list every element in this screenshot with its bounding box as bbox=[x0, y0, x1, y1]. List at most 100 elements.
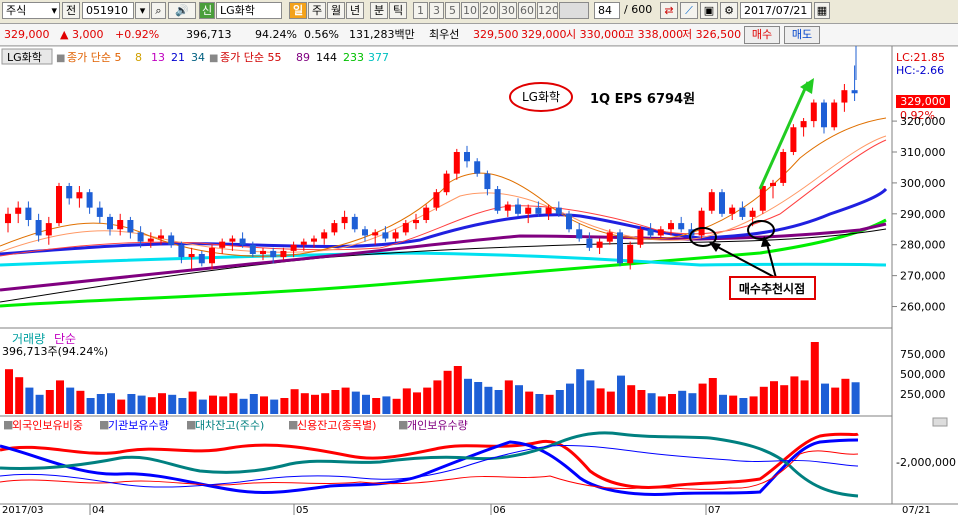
minute-120-button[interactable]: 120 bbox=[537, 2, 558, 19]
minute-1-button[interactable]: 1 bbox=[413, 2, 428, 19]
volume-bar bbox=[810, 342, 819, 414]
volume-bar bbox=[35, 394, 44, 414]
volume-bar bbox=[617, 375, 625, 414]
volume-bar bbox=[392, 398, 401, 414]
speaker-icon[interactable]: 🔊 bbox=[168, 2, 196, 19]
volume-bar bbox=[749, 396, 758, 414]
volume-bar bbox=[249, 394, 258, 414]
candle bbox=[290, 244, 297, 251]
minute-60-button[interactable]: 60 bbox=[518, 2, 536, 19]
candle bbox=[719, 192, 725, 214]
volume-bar bbox=[168, 394, 177, 414]
volume-bar bbox=[535, 394, 544, 414]
volume-bar bbox=[229, 393, 238, 414]
buy-button[interactable]: 매수 bbox=[744, 26, 780, 44]
candle bbox=[729, 207, 736, 214]
period-year-button[interactable]: 년 bbox=[346, 2, 364, 19]
volume-bar bbox=[25, 387, 34, 414]
count-input[interactable]: 84 bbox=[594, 2, 620, 19]
hc-value: HC:-2.66 bbox=[896, 64, 944, 77]
flow-legend-lending: 대차잔고(주수) bbox=[195, 419, 264, 432]
volume-bar bbox=[688, 393, 697, 414]
date-field[interactable]: 2017/07/21 bbox=[740, 2, 812, 19]
flow-panel-scroll-handle[interactable] bbox=[932, 417, 948, 427]
period-month-button[interactable]: 월 bbox=[327, 2, 345, 19]
volume-bar bbox=[657, 396, 666, 414]
candle bbox=[586, 238, 593, 248]
calendar-icon[interactable]: ▦ bbox=[814, 2, 830, 19]
minute-3-button[interactable]: 3 bbox=[429, 2, 444, 19]
candle bbox=[596, 241, 603, 248]
market-select[interactable]: 주식 ▾ bbox=[2, 2, 60, 19]
candle bbox=[555, 207, 562, 214]
volume-bar bbox=[382, 396, 391, 414]
stock-code-input[interactable]: 051910 bbox=[82, 2, 134, 19]
volume-bar bbox=[515, 385, 523, 414]
minute-30-button[interactable]: 30 bbox=[499, 2, 517, 19]
legend-square-icon: ■ bbox=[56, 53, 65, 64]
candle bbox=[209, 247, 215, 264]
volume-bar bbox=[627, 385, 636, 414]
period-day-button[interactable]: 일 bbox=[289, 2, 307, 19]
volume-bar bbox=[729, 395, 738, 414]
institution-line bbox=[0, 438, 859, 496]
chart-add-icon[interactable]: ⇄ bbox=[660, 2, 678, 19]
volume-bar bbox=[678, 390, 687, 414]
save-icon[interactable]: ▣ bbox=[700, 2, 718, 19]
candle bbox=[749, 210, 756, 217]
best-ask: 329,500 bbox=[473, 28, 519, 41]
candle bbox=[107, 216, 113, 230]
candle bbox=[474, 161, 481, 174]
flow-legend-institution: 기관보유수량 bbox=[108, 419, 169, 432]
volume-bar bbox=[668, 394, 676, 414]
stock-name-field[interactable]: LG화학 bbox=[216, 2, 282, 19]
candle bbox=[780, 152, 787, 183]
volume-bar bbox=[351, 391, 360, 414]
minute-5-button[interactable]: 5 bbox=[445, 2, 460, 19]
volume-bar bbox=[402, 388, 411, 414]
volume-bar bbox=[647, 393, 656, 414]
candle bbox=[770, 182, 776, 186]
volume-bar bbox=[56, 380, 64, 414]
minute-20-button[interactable]: 20 bbox=[480, 2, 498, 19]
stock-chart: LG화학 ■ 종가 단순 5 8 13 21 34 ■ 종가 단순 55 89 … bbox=[0, 46, 958, 515]
candle bbox=[504, 204, 511, 211]
toolbar: 주식 ▾ 전 051910 ▾ ⌕ 🔊 신 LG화학 일 주 월 년 분 틱 1 … bbox=[0, 0, 958, 24]
candle bbox=[311, 238, 317, 242]
x-label-06: 06 bbox=[493, 505, 506, 515]
volume-bar bbox=[474, 382, 483, 414]
legend-ma21: 21 bbox=[171, 51, 185, 64]
candle bbox=[423, 207, 430, 220]
volume-bar bbox=[413, 392, 421, 414]
code-dropdown-button[interactable]: ▾ bbox=[135, 2, 150, 19]
price-y-label: 270,000 bbox=[900, 270, 946, 283]
volume-y-label: 750,000 bbox=[900, 348, 946, 361]
search-icon[interactable]: ⌕ bbox=[151, 2, 166, 19]
jeon-button[interactable]: 전 bbox=[62, 2, 80, 19]
volume-bar bbox=[637, 390, 646, 414]
candle bbox=[851, 90, 858, 94]
line-chart-icon[interactable]: ⟋ bbox=[680, 2, 698, 19]
volume-bar bbox=[719, 394, 727, 414]
volume-bar bbox=[545, 394, 554, 414]
period-tick-button[interactable]: 틱 bbox=[389, 2, 407, 19]
candle bbox=[708, 192, 715, 211]
candle bbox=[137, 232, 144, 242]
minute-10-button[interactable]: 10 bbox=[461, 2, 479, 19]
volume-bar bbox=[423, 387, 432, 414]
x-label-end-date: 07/21 bbox=[902, 505, 931, 515]
low-price: 저 326,500 bbox=[682, 28, 742, 41]
sell-button[interactable]: 매도 bbox=[784, 26, 820, 44]
interval-input[interactable] bbox=[559, 2, 589, 19]
ma5-line bbox=[0, 117, 887, 257]
period-minute-button[interactable]: 분 bbox=[370, 2, 388, 19]
settings-icon[interactable]: ⚙ bbox=[720, 2, 738, 19]
x-label-2017-03: 2017/03 bbox=[2, 505, 44, 515]
price-y-axis: 320,000 310,000 300,000 290,000 280,000 270,0… bbox=[892, 115, 946, 314]
period-week-button[interactable]: 주 bbox=[308, 2, 326, 19]
candle bbox=[545, 207, 552, 214]
legend-ma-short: 종가 단순 5 bbox=[67, 51, 121, 64]
turnover-pct: 0.56% bbox=[304, 28, 339, 41]
volume-bar bbox=[362, 394, 370, 414]
candle bbox=[382, 232, 389, 239]
